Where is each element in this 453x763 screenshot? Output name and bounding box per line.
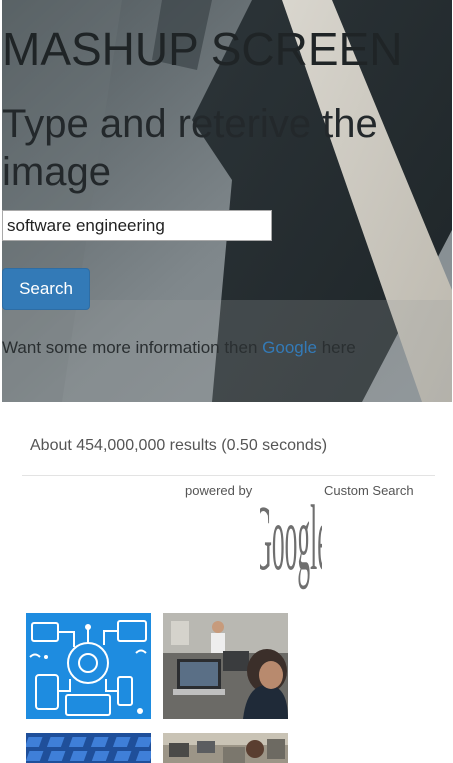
keyboard-photo-icon xyxy=(26,733,151,763)
info-text-prefix: Want some more information then xyxy=(2,338,263,357)
page-subtitle: Type and reterive the image xyxy=(2,102,378,194)
result-thumbnail[interactable] xyxy=(26,613,151,719)
search-button[interactable]: Search xyxy=(2,268,90,310)
powered-by-label: powered by xyxy=(185,483,253,498)
result-stats: About 454,000,000 results (0.50 seconds) xyxy=(30,437,328,454)
result-thumbnail[interactable] xyxy=(163,613,288,719)
google-logo[interactable]: Google xyxy=(260,480,322,608)
office-photo-icon xyxy=(163,733,288,763)
search-results-panel: About 454,000,000 results (0.50 seconds)… xyxy=(2,402,452,763)
page-title: MASHUP SCREEN xyxy=(2,23,403,75)
info-text-suffix: here xyxy=(316,338,356,357)
google-link[interactable]: Google xyxy=(262,338,317,357)
developer-laptop-photo-icon xyxy=(163,613,288,719)
custom-search-label: Custom Search xyxy=(324,483,414,498)
google-logo-text: Google xyxy=(260,486,322,590)
info-text: Want some more information then Google h… xyxy=(2,338,356,358)
page: MASHUP SCREEN Type and reterive the imag… xyxy=(0,0,453,763)
search-input[interactable] xyxy=(2,210,272,241)
result-thumbnail[interactable] xyxy=(26,733,151,763)
hero-banner: MASHUP SCREEN Type and reterive the imag… xyxy=(2,0,452,402)
divider xyxy=(22,475,435,476)
software-engineering-illustration-icon xyxy=(26,613,151,719)
result-thumbnail[interactable] xyxy=(163,733,288,763)
